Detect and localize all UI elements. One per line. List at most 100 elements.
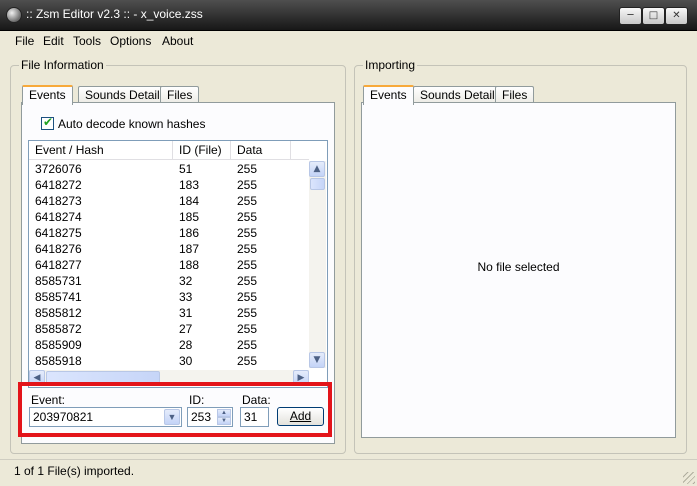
- close-button[interactable]: ✕: [665, 7, 688, 25]
- table-row[interactable]: 6418275 186 255: [29, 225, 309, 241]
- tab-files[interactable]: Files: [160, 86, 200, 103]
- resize-grip[interactable]: [683, 472, 695, 484]
- maximize-icon: □: [648, 10, 659, 21]
- table-row[interactable]: 8585872 27 255: [29, 321, 309, 337]
- menu-about[interactable]: About: [162, 34, 193, 48]
- auto-decode-checkbox[interactable]: ✔: [41, 115, 54, 130]
- cell-id-file: 31: [179, 306, 193, 320]
- list-header: Event / Hash ID (File) Data: [29, 141, 309, 160]
- table-row[interactable]: 6418272 183 255: [29, 177, 309, 193]
- menu-tools[interactable]: Tools: [73, 34, 101, 48]
- id-stepper[interactable]: 253 ▲ ▼: [187, 407, 233, 427]
- menu-bar: File Edit Tools Options About: [0, 31, 697, 51]
- table-row[interactable]: 6418273 184 255: [29, 193, 309, 209]
- table-row[interactable]: 8585741 33 255: [29, 289, 309, 305]
- minimize-button[interactable]: ─: [619, 7, 642, 25]
- status-text: 1 of 1 File(s) imported.: [14, 464, 135, 478]
- cell-id-file: 30: [179, 354, 193, 368]
- data-input[interactable]: 31: [240, 407, 269, 427]
- spin-down-icon: ▼: [221, 418, 227, 424]
- cell-id-file: 33: [179, 290, 193, 304]
- app-window: :: Zsm Editor v2.3 :: - x_voice.zss ─ □ …: [0, 0, 697, 486]
- cell-data: 255: [237, 226, 258, 240]
- cell-event-hash: 8585872: [35, 322, 82, 336]
- menu-edit[interactable]: Edit: [43, 34, 64, 48]
- cell-data: 255: [237, 258, 258, 272]
- horizontal-scrollbar[interactable]: ◀ ▶: [29, 370, 309, 386]
- add-button[interactable]: Add: [277, 407, 324, 426]
- id-label: ID:: [189, 393, 205, 407]
- title-bar[interactable]: :: Zsm Editor v2.3 :: - x_voice.zss ─ □ …: [0, 0, 697, 31]
- id-value: 253: [191, 410, 212, 424]
- vertical-scroll-thumb[interactable]: [310, 178, 325, 190]
- data-label: Data:: [242, 393, 271, 407]
- scroll-down-button[interactable]: ▼: [309, 352, 325, 368]
- table-row[interactable]: 8585909 28 255: [29, 337, 309, 353]
- app-icon[interactable]: [6, 7, 22, 23]
- scroll-up-button[interactable]: ▲: [309, 161, 325, 177]
- cell-event-hash: 8585731: [35, 274, 82, 288]
- table-row[interactable]: 6418277 188 255: [29, 257, 309, 273]
- no-file-message: No file selected: [477, 260, 560, 274]
- column-event-hash[interactable]: Event / Hash: [29, 141, 173, 159]
- cell-event-hash: 6418275: [35, 226, 82, 240]
- cell-data: 255: [237, 162, 258, 176]
- scroll-right-button[interactable]: ▶: [293, 370, 309, 386]
- table-row[interactable]: 6418276 187 255: [29, 241, 309, 257]
- arrow-left-icon: ◀: [33, 373, 41, 383]
- column-id-file[interactable]: ID (File): [173, 141, 231, 159]
- id-decrement-button[interactable]: ▼: [217, 417, 231, 425]
- table-row[interactable]: 3726076 51 255: [29, 161, 309, 177]
- event-dropdown-button[interactable]: ▼: [164, 409, 180, 425]
- cell-id-file: 185: [179, 210, 200, 224]
- table-row[interactable]: 8585731 32 255: [29, 273, 309, 289]
- table-row[interactable]: 6418274 185 255: [29, 209, 309, 225]
- cell-data: 255: [237, 242, 258, 256]
- cell-data: 255: [237, 178, 258, 192]
- tab-importing-sounds-details[interactable]: Sounds Details: [413, 86, 508, 103]
- cell-data: 255: [237, 194, 258, 208]
- auto-decode-label: Auto decode known hashes: [58, 117, 206, 131]
- close-icon: ✕: [672, 10, 681, 21]
- status-bar: 1 of 1 File(s) imported.: [0, 459, 697, 486]
- table-row[interactable]: 8585812 31 255: [29, 305, 309, 321]
- cell-id-file: 183: [179, 178, 200, 192]
- maximize-button[interactable]: □: [642, 7, 665, 25]
- tab-events[interactable]: Events: [22, 85, 73, 105]
- minimize-icon: ─: [627, 10, 634, 21]
- checkmark-icon: ✔: [43, 115, 54, 129]
- cell-data: 255: [237, 290, 258, 304]
- event-label: Event:: [31, 393, 66, 407]
- column-data[interactable]: Data: [231, 141, 291, 159]
- cell-event-hash: 6418276: [35, 242, 82, 256]
- menu-file[interactable]: File: [15, 34, 34, 48]
- cell-data: 255: [237, 210, 258, 224]
- cell-event-hash: 6418277: [35, 258, 82, 272]
- cell-event-hash: 6418274: [35, 210, 82, 224]
- table-row[interactable]: 8585918 30 255: [29, 353, 309, 369]
- chevron-down-icon: ▼: [167, 412, 177, 422]
- cell-id-file: 188: [179, 258, 200, 272]
- cell-id-file: 51: [179, 162, 193, 176]
- event-combobox[interactable]: 203970821 ▼: [29, 407, 182, 427]
- tab-importing-events[interactable]: Events: [363, 85, 414, 105]
- tab-importing-files[interactable]: Files: [495, 86, 535, 103]
- horizontal-scroll-thumb[interactable]: [46, 371, 160, 385]
- arrow-right-icon: ▶: [297, 373, 305, 383]
- arrow-down-icon: ▼: [313, 355, 321, 365]
- vertical-scrollbar[interactable]: ▲ ▼: [309, 161, 326, 368]
- events-list[interactable]: Event / Hash ID (File) Data 3726076 51 255…: [28, 140, 328, 388]
- file-information-label: File Information: [19, 58, 106, 72]
- cell-event-hash: 8585909: [35, 338, 82, 352]
- id-increment-button[interactable]: ▲: [217, 409, 231, 417]
- cell-id-file: 184: [179, 194, 200, 208]
- event-value: 203970821: [33, 410, 94, 424]
- importing-group: Importing Events Sounds Details Files No…: [354, 58, 687, 454]
- menu-options[interactable]: Options: [110, 34, 151, 48]
- tab-sounds-details[interactable]: Sounds Details: [78, 86, 173, 103]
- data-value: 31: [244, 410, 258, 424]
- cell-id-file: 187: [179, 242, 200, 256]
- spin-up-icon: ▲: [221, 410, 227, 416]
- cell-event-hash: 3726076: [35, 162, 82, 176]
- scroll-left-button[interactable]: ◀: [29, 370, 45, 386]
